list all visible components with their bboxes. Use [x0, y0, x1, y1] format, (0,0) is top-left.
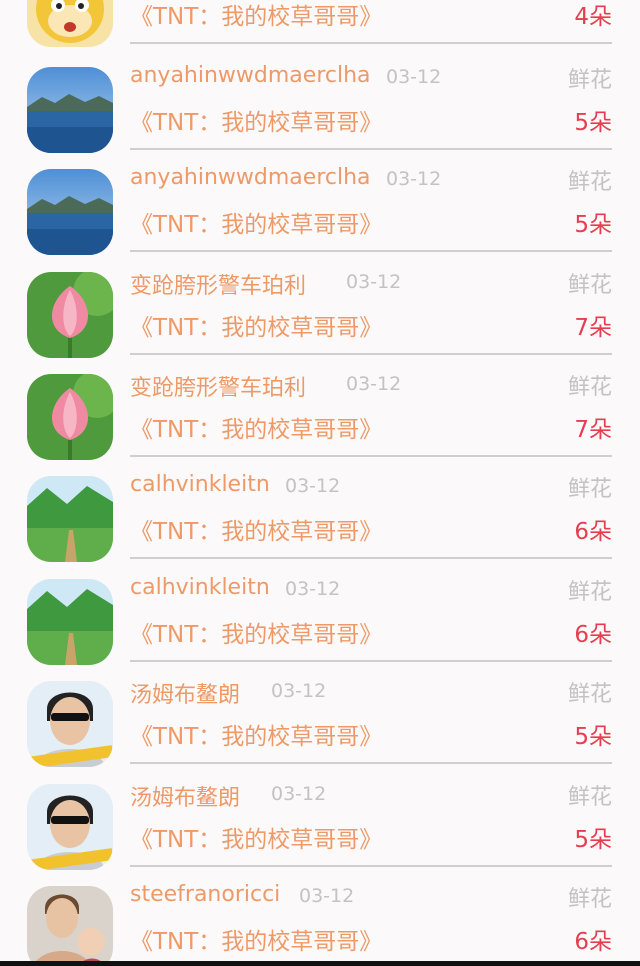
user-name[interactable]: calhvinkleitn	[130, 575, 270, 600]
divider	[130, 660, 612, 662]
user-name[interactable]: 变跄胯形警车珀利	[130, 268, 306, 300]
gift-date: 03-12	[346, 373, 402, 395]
book-title: 《TNT：我的校草哥哥》	[130, 315, 383, 341]
gift-date: 03-12	[271, 783, 327, 805]
gift-date: 03-12	[386, 168, 442, 190]
lotus-avatar-icon[interactable]	[27, 272, 113, 358]
list-item[interactable]: 变跄胯形警车珀利 03-12 鲜花 《TNT：我的校草哥哥》 7朵	[0, 258, 640, 361]
divider	[130, 865, 612, 867]
user-name[interactable]: calhvinkleitn	[130, 472, 270, 497]
gift-type: 鲜花	[567, 68, 612, 93]
list-item[interactable]: 汤姆布鳌朗 03-12 鲜花 《TNT：我的校草哥哥》 5朵	[0, 667, 640, 770]
divider	[130, 250, 612, 252]
gift-type: 鲜花	[567, 580, 612, 605]
flower-count: 5朵	[574, 724, 612, 750]
lake-landscape-avatar-icon[interactable]	[27, 67, 113, 153]
list-item[interactable]: 《TNT：我的校草哥哥》 4朵	[0, 0, 640, 50]
list-item[interactable]: calhvinkleitn 03-12 鲜花 《TNT：我的校草哥哥》 6朵	[0, 565, 640, 668]
gift-date: 03-12	[346, 271, 402, 293]
gift-date: 03-12	[386, 66, 442, 88]
book-title: 《TNT：我的校草哥哥》	[130, 417, 383, 443]
divider	[130, 557, 612, 559]
book-title: 《TNT：我的校草哥哥》	[130, 724, 383, 750]
gift-record-list: 《TNT：我的校草哥哥》 4朵 anyahinwwdmaerclha 03-12…	[0, 0, 640, 966]
user-name[interactable]: 汤姆布鳌朗	[130, 677, 240, 709]
flower-count: 5朵	[574, 212, 612, 238]
flower-count: 6朵	[574, 622, 612, 648]
person-sunglasses-avatar-icon[interactable]	[27, 681, 113, 767]
gift-type: 鲜花	[567, 273, 612, 298]
gift-type: 鲜花	[567, 375, 612, 400]
divider	[130, 455, 612, 457]
gift-date: 03-12	[299, 885, 355, 907]
cartoon-avatar-icon[interactable]	[27, 0, 113, 47]
divider	[130, 762, 612, 764]
user-name[interactable]: steefranoricci	[130, 882, 280, 907]
green-hills-avatar-icon[interactable]	[27, 476, 113, 562]
flower-count: 7朵	[574, 315, 612, 341]
bottom-edge-bar	[0, 961, 640, 966]
list-item[interactable]: anyahinwwdmaerclha 03-12 鲜花 《TNT：我的校草哥哥》…	[0, 53, 640, 156]
flower-count: 5朵	[574, 827, 612, 853]
flower-count: 6朵	[574, 519, 612, 545]
lotus-avatar-icon[interactable]	[27, 374, 113, 460]
person-sunglasses-avatar-icon[interactable]	[27, 784, 113, 870]
list-item[interactable]: steefranoricci 03-12 鲜花 《TNT：我的校草哥哥》 6朵	[0, 872, 640, 966]
book-title: 《TNT：我的校草哥哥》	[130, 110, 383, 136]
person-with-baby-avatar-icon[interactable]	[27, 886, 113, 966]
book-title: 《TNT：我的校草哥哥》	[130, 4, 383, 30]
divider	[130, 148, 612, 150]
user-name[interactable]: 汤姆布鳌朗	[130, 780, 240, 812]
gift-type: 鲜花	[567, 170, 612, 195]
divider	[130, 42, 612, 44]
gift-date: 03-12	[285, 578, 341, 600]
list-item[interactable]: 汤姆布鳌朗 03-12 鲜花 《TNT：我的校草哥哥》 5朵	[0, 770, 640, 873]
user-name[interactable]: anyahinwwdmaerclha	[130, 165, 371, 190]
divider	[130, 353, 612, 355]
list-item[interactable]: anyahinwwdmaerclha 03-12 鲜花 《TNT：我的校草哥哥》…	[0, 155, 640, 258]
book-title: 《TNT：我的校草哥哥》	[130, 827, 383, 853]
book-title: 《TNT：我的校草哥哥》	[130, 519, 383, 545]
user-name[interactable]: anyahinwwdmaerclha	[130, 63, 371, 88]
list-item[interactable]: 变跄胯形警车珀利 03-12 鲜花 《TNT：我的校草哥哥》 7朵	[0, 360, 640, 463]
book-title: 《TNT：我的校草哥哥》	[130, 929, 383, 955]
book-title: 《TNT：我的校草哥哥》	[130, 212, 383, 238]
gift-type: 鲜花	[567, 887, 612, 912]
flower-count: 5朵	[574, 110, 612, 136]
gift-date: 03-12	[285, 475, 341, 497]
gift-type: 鲜花	[567, 682, 612, 707]
lake-landscape-avatar-icon[interactable]	[27, 169, 113, 255]
user-name[interactable]: 变跄胯形警车珀利	[130, 370, 306, 402]
flower-count: 6朵	[574, 929, 612, 955]
gift-type: 鲜花	[567, 785, 612, 810]
flower-count: 4朵	[574, 4, 612, 30]
flower-count: 7朵	[574, 417, 612, 443]
gift-type: 鲜花	[567, 477, 612, 502]
green-hills-avatar-icon[interactable]	[27, 579, 113, 665]
gift-date: 03-12	[271, 680, 327, 702]
list-item[interactable]: calhvinkleitn 03-12 鲜花 《TNT：我的校草哥哥》 6朵	[0, 462, 640, 565]
book-title: 《TNT：我的校草哥哥》	[130, 622, 383, 648]
